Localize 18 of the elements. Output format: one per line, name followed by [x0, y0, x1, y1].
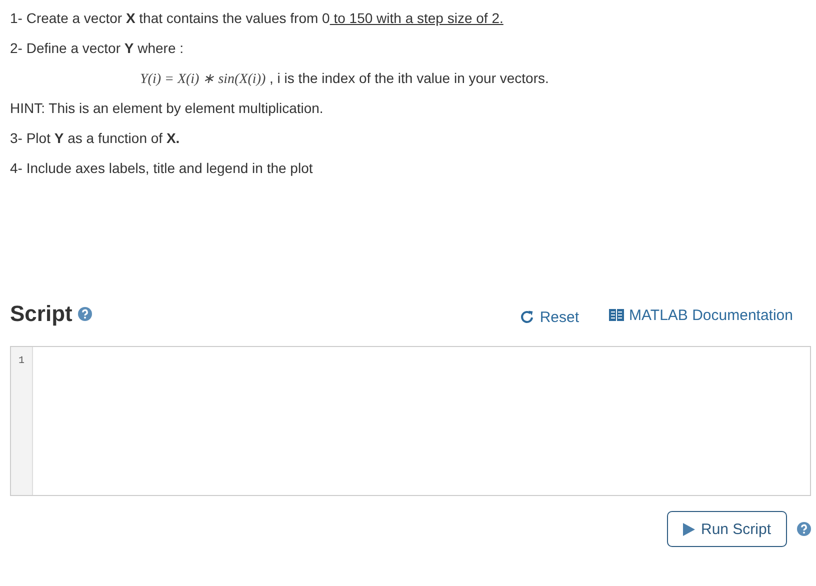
- line-number: 1: [17, 356, 26, 367]
- instruction-text: 4- Include axes labels, title and legend in the plot: [10, 159, 314, 178]
- documentation-link[interactable]: MATLAB Documentation: [609, 306, 793, 324]
- book-icon: [609, 309, 624, 321]
- reset-icon: [518, 309, 535, 325]
- instruction-text: 1- Create a vector X that contains the values from 0 to 150 with a step size of 2.: [10, 9, 504, 28]
- reset-link[interactable]: Reset: [518, 308, 580, 326]
- formula: Y(i) = X(i) ∗ sin(X(i)): [140, 72, 266, 87]
- help-icon[interactable]: [797, 522, 811, 536]
- script-heading: Script: [10, 301, 72, 327]
- run-script-button[interactable]: Run Script: [667, 511, 787, 547]
- instruction-text: HINT: This is an element by element multiplication.: [10, 99, 324, 118]
- help-icon[interactable]: [78, 307, 92, 321]
- instruction-text: 2- Define a vector Y where :: [10, 39, 185, 58]
- code-editor[interactable]: 1: [10, 346, 811, 496]
- play-icon: [682, 522, 695, 536]
- instruction-text: 3- Plot Y as a function of X.: [10, 129, 181, 148]
- formula-note: , i is the index of the ith value in your vectors.: [268, 70, 549, 86]
